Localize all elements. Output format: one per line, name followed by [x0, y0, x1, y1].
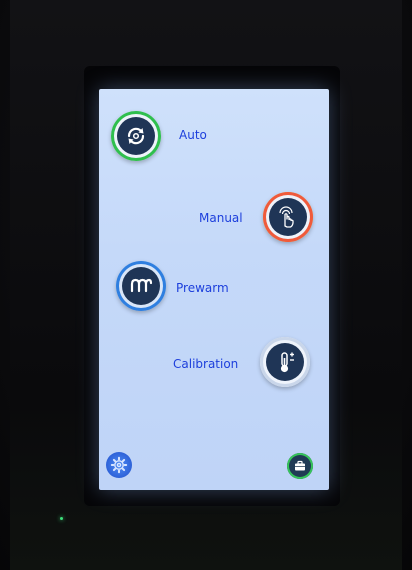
- gear-icon: [110, 456, 128, 474]
- prewarm-mode-button[interactable]: [116, 261, 166, 311]
- briefcase-icon: [295, 460, 305, 471]
- manual-button-core: [269, 198, 307, 236]
- manual-mode-label[interactable]: Manual: [199, 211, 243, 225]
- thermometer-plus-minus-icon: [280, 352, 294, 373]
- status-led: [60, 517, 63, 520]
- manual-mode-button[interactable]: [263, 192, 313, 242]
- touch-screen: Auto Manual Prewarm Calibration: [99, 89, 329, 490]
- auto-mode-button[interactable]: [111, 111, 161, 161]
- hand-touch-icon: [279, 206, 294, 228]
- auto-cycle-icon: [127, 127, 145, 145]
- prewarm-mode-label[interactable]: Prewarm: [176, 281, 229, 295]
- heating-coil-icon: [130, 278, 153, 293]
- photo-background: Auto Manual Prewarm Calibration: [0, 0, 412, 570]
- calibration-button-core: [266, 343, 304, 381]
- settings-button[interactable]: [106, 452, 132, 478]
- prewarm-button-core: [122, 267, 160, 305]
- auto-button-core: [117, 117, 155, 155]
- auto-mode-label[interactable]: Auto: [179, 128, 207, 142]
- calibration-mode-button[interactable]: [260, 337, 310, 387]
- calibration-mode-label[interactable]: Calibration: [173, 357, 238, 371]
- briefcase-button[interactable]: [287, 453, 313, 479]
